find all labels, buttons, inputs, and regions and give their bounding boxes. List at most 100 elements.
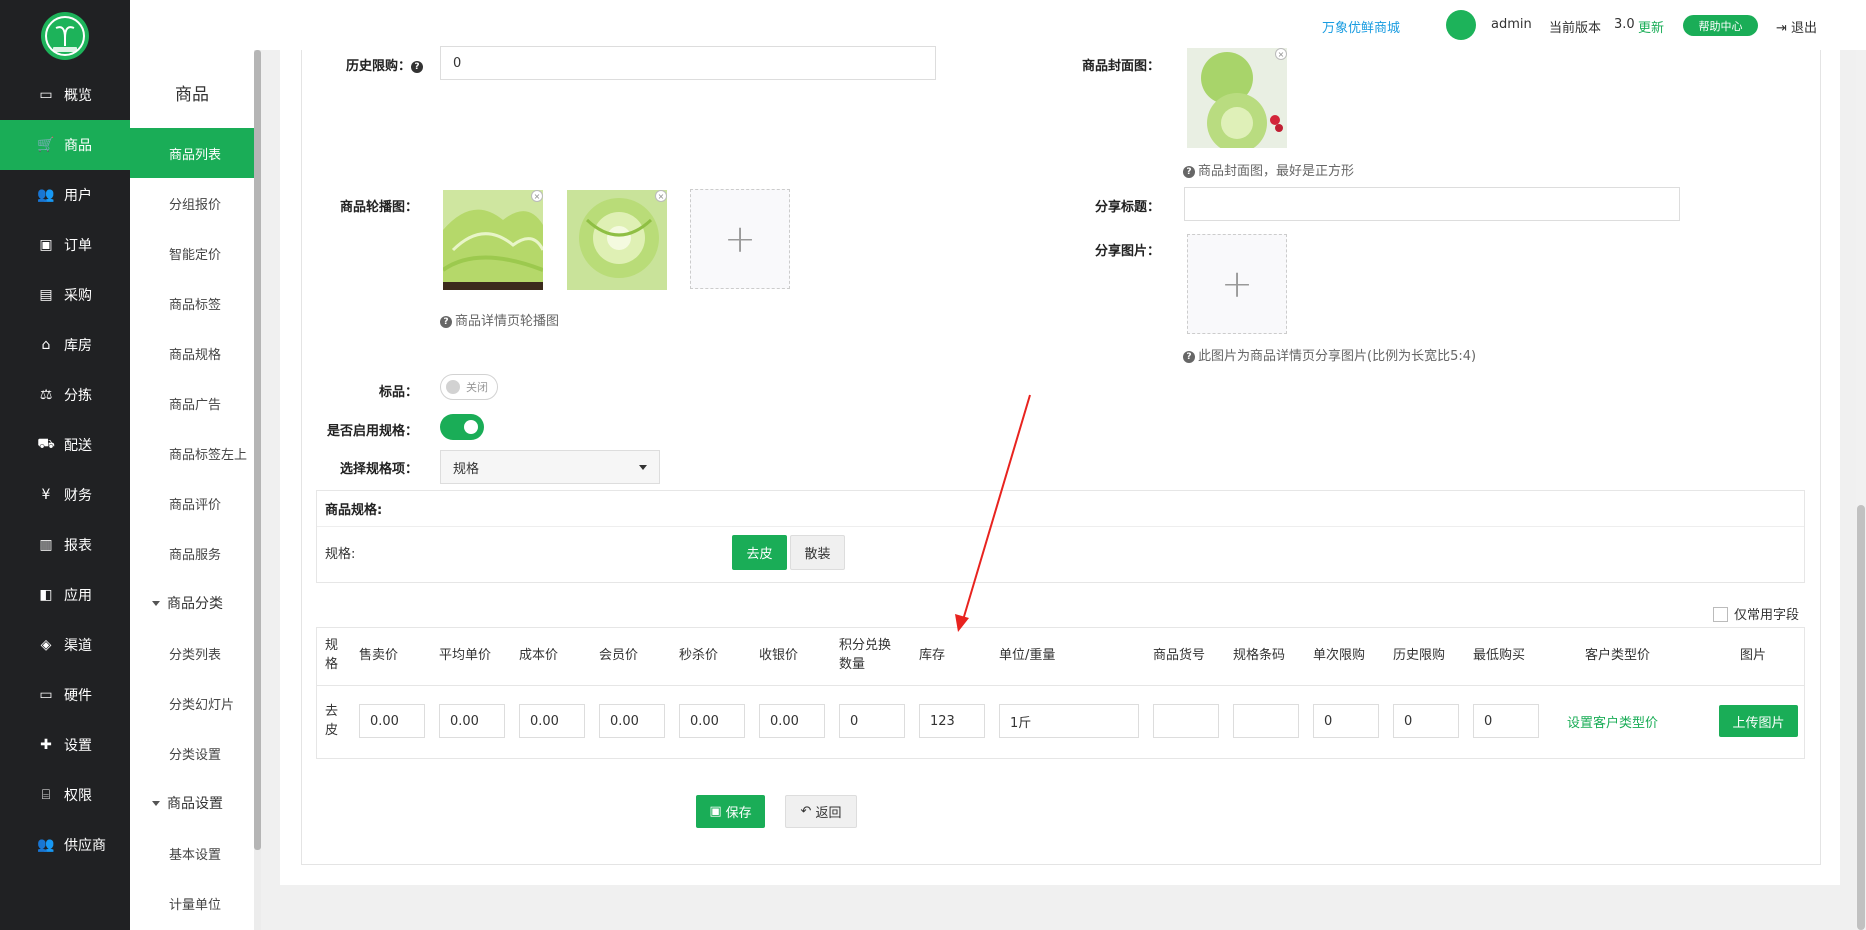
nav-item-7[interactable]: ⛟ 配送	[0, 420, 130, 470]
standard-toggle[interactable]: 关闭	[440, 374, 498, 400]
submenu-group-category-item-0[interactable]: 分类列表	[130, 628, 254, 678]
set-customer-price-link[interactable]: 设置客户类型价	[1567, 712, 1658, 731]
nav-item-2[interactable]: 👥 用户	[0, 170, 130, 220]
nav-item-1[interactable]: 🛒 商品	[0, 120, 130, 170]
submenu-group-settings[interactable]: 商品设置	[130, 778, 254, 828]
nav-item-label: 商品	[64, 138, 92, 154]
yen-icon: ¥	[41, 487, 51, 503]
spec-table: 规格 售卖价 平均单价 成本价 会员价 秒杀价 收银价 积分兑换数量 库存 单位/重量 商品货号 规格…	[316, 627, 1805, 759]
help-center-button[interactable]: 帮助中心	[1683, 15, 1758, 36]
remove-image-icon[interactable]: ×	[1275, 48, 1287, 60]
common-fields-checkbox[interactable]	[1713, 607, 1728, 622]
nav-item-12[interactable]: ▭ 硬件	[0, 670, 130, 720]
submenu-item-6[interactable]: 商品标签左上	[130, 428, 254, 478]
update-link[interactable]: 更新	[1638, 17, 1664, 36]
page-scrollbar[interactable]	[1856, 50, 1866, 930]
submenu-item-7[interactable]: 商品评价	[130, 478, 254, 528]
carousel-image-1[interactable]: ×	[443, 190, 543, 290]
spec-select[interactable]: 规格	[440, 450, 660, 484]
submenu-item-8[interactable]: 商品服务	[130, 528, 254, 578]
nav-item-14[interactable]: ⌸ 权限	[0, 770, 130, 820]
submenu-scrollbar[interactable]	[254, 50, 261, 930]
submenu-group-category-item-2[interactable]: 分类设置	[130, 728, 254, 778]
row-cashier-price-input[interactable]: 0.00	[759, 704, 825, 738]
brand-logo[interactable]	[41, 12, 89, 60]
row-member-price-input[interactable]: 0.00	[599, 704, 665, 738]
column-header-sku: 商品货号	[1153, 648, 1206, 663]
carousel-image-2[interactable]: ×	[567, 190, 667, 290]
row-single-limit-input[interactable]: 0	[1313, 704, 1379, 738]
save-button[interactable]: ▣ 保存	[696, 795, 765, 828]
submenu-item-5[interactable]: 商品广告	[130, 378, 254, 428]
chevron-down-icon	[639, 465, 647, 470]
nav-item-10[interactable]: ◧ 应用	[0, 570, 130, 620]
submenu-group-settings-item-1[interactable]: 计量单位	[130, 878, 254, 928]
page-scrollbar-thumb[interactable]	[1857, 505, 1865, 930]
row-avg-price-input[interactable]: 0.00	[439, 704, 505, 738]
spec-option-peeled[interactable]: 去皮	[732, 535, 787, 570]
main-nav: ▭ 概览 🛒 商品 👥 用户 ▣ 订单 ▤ 采购 ⌂ 库房 ⚖ 分拣 ⛟ 配送 ¥ 财务 ▥ 报表 ◧ 应用 ◈ 渠道 ▭ 硬件 ✚…	[0, 0, 130, 930]
username[interactable]: admin	[1491, 17, 1532, 32]
nav-item-label: 应用	[64, 588, 92, 604]
submenu-scrollbar-thumb[interactable]	[254, 50, 261, 850]
submenu-group-category-item-1[interactable]: 分类幻灯片	[130, 678, 254, 728]
nav-item-0[interactable]: ▭ 概览	[0, 70, 130, 120]
history-limit-input[interactable]: 0	[440, 46, 936, 80]
caret-down-icon	[152, 800, 160, 806]
carousel-upload-button[interactable]: +	[690, 189, 790, 289]
share-title-input[interactable]	[1184, 187, 1680, 221]
upload-image-button[interactable]: 上传图片	[1719, 705, 1798, 737]
lettuce-image-2	[567, 190, 667, 290]
row-min-buy-input[interactable]: 0	[1473, 704, 1539, 738]
shop-link[interactable]: 万象优鲜商城	[1322, 17, 1400, 36]
row-flash-price-input[interactable]: 0.00	[679, 704, 745, 738]
submenu-group-settings-item-0[interactable]: 基本设置	[130, 828, 254, 878]
remove-image-icon[interactable]: ×	[531, 190, 543, 202]
row-spec-name: 去皮	[325, 704, 339, 738]
bank-icon: ⌸	[41, 787, 51, 803]
nav-item-5[interactable]: ⌂ 库房	[0, 320, 130, 370]
submenu-item-1[interactable]: 分组报价	[130, 178, 254, 228]
row-barcode-input[interactable]	[1233, 704, 1299, 738]
version-label: 当前版本	[1549, 21, 1602, 36]
submenu-item-2[interactable]: 智能定价	[130, 228, 254, 278]
row-sku-input[interactable]	[1153, 704, 1219, 738]
row-history-limit-input[interactable]: 0	[1393, 704, 1459, 738]
nav-item-3[interactable]: ▣ 订单	[0, 220, 130, 270]
plus-icon: +	[1221, 262, 1253, 306]
row-points-input[interactable]: 0	[839, 704, 905, 738]
nav-item-9[interactable]: ▥ 报表	[0, 520, 130, 570]
nav-item-8[interactable]: ¥ 财务	[0, 470, 130, 520]
row-cost-price-input[interactable]: 0.00	[519, 704, 585, 738]
submenu-item-3[interactable]: 商品标签	[130, 278, 254, 328]
version-number: 3.0	[1614, 17, 1635, 32]
row-stock-input[interactable]: 123	[919, 704, 985, 738]
nav-item-11[interactable]: ◈ 渠道	[0, 620, 130, 670]
home-icon: ⌂	[41, 337, 51, 353]
submenu-group-category[interactable]: 商品分类	[130, 578, 254, 628]
question-icon: ?	[411, 60, 423, 73]
plus-icon: +	[724, 217, 756, 261]
nav-item-13[interactable]: ✚ 设置	[0, 720, 130, 770]
row-unit-input[interactable]: 1斤	[999, 704, 1139, 738]
avatar[interactable]	[1446, 10, 1476, 40]
nav-item-label: 库房	[64, 338, 92, 354]
logout-button[interactable]: ⇥ 退出	[1776, 17, 1817, 36]
submenu-item-4[interactable]: 商品规格	[130, 328, 254, 378]
remove-image-icon[interactable]: ×	[655, 190, 667, 202]
nav-item-6[interactable]: ⚖ 分拣	[0, 370, 130, 420]
share-title-label: 分享标题：	[1094, 200, 1160, 215]
share-image-upload-button[interactable]: +	[1187, 234, 1287, 334]
submenu-item-0[interactable]: 商品列表	[130, 128, 254, 178]
nav-item-15[interactable]: 👥 供应商	[0, 820, 130, 870]
spec-option-bulk[interactable]: 散装	[790, 535, 845, 570]
column-header-stock: 库存	[919, 648, 946, 663]
nav-item-label: 订单	[64, 238, 92, 254]
cover-image[interactable]: ×	[1187, 48, 1287, 148]
column-header-barcode: 规格条码	[1233, 648, 1286, 663]
row-sale-price-input[interactable]: 0.00	[359, 704, 425, 738]
back-button[interactable]: ↶ 返回	[785, 795, 857, 828]
nav-item-4[interactable]: ▤ 采购	[0, 270, 130, 320]
column-header-sale-price: 售卖价	[359, 648, 399, 663]
enable-spec-toggle[interactable]	[440, 414, 484, 440]
